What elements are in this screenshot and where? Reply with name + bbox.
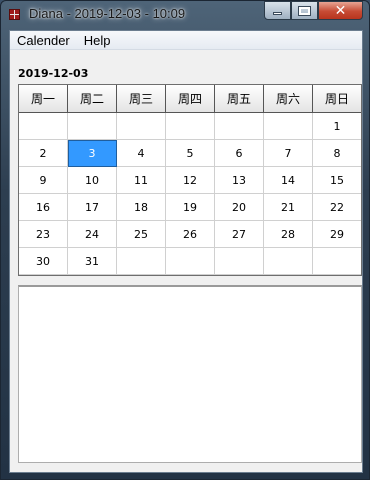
- minimize-icon: [273, 12, 282, 15]
- calendar-day-cell[interactable]: 6: [215, 140, 264, 167]
- calendar-day-cell[interactable]: 31: [68, 248, 117, 275]
- calendar-day-cell[interactable]: 13: [215, 167, 264, 194]
- calendar-day-cell[interactable]: 23: [19, 221, 68, 248]
- notes-text-area[interactable]: [18, 285, 362, 463]
- app-window: Diana - 2019-12-03 - 10:09 ✕ Calender He…: [0, 0, 370, 480]
- calendar-day-cell[interactable]: 9: [19, 167, 68, 194]
- calendar-day-cell[interactable]: 20: [215, 194, 264, 221]
- calendar-day-cell[interactable]: 26: [166, 221, 215, 248]
- calendar-day-cell[interactable]: 12: [166, 167, 215, 194]
- minimize-button[interactable]: [264, 1, 291, 20]
- caption-buttons: ✕: [264, 1, 363, 20]
- calendar-day-cell[interactable]: 17: [68, 194, 117, 221]
- calendar-day-cell[interactable]: 4: [117, 140, 166, 167]
- title-bar[interactable]: Diana - 2019-12-03 - 10:09 ✕: [1, 1, 369, 29]
- calendar-week-row: 9 10 11 12 13 14 15: [19, 167, 361, 194]
- calendar-day-cell[interactable]: 5: [166, 140, 215, 167]
- calendar-empty-cell[interactable]: [117, 248, 166, 275]
- maximize-icon: [298, 5, 311, 16]
- calendar-empty-cell[interactable]: [19, 113, 68, 140]
- calendar-day-cell[interactable]: 24: [68, 221, 117, 248]
- calendar-day-cell[interactable]: 29: [313, 221, 361, 248]
- selected-date-label: 2019-12-03: [18, 67, 89, 80]
- calendar-day-cell[interactable]: 25: [117, 221, 166, 248]
- weekday-header-cell: 周五: [215, 85, 264, 113]
- calendar-day-cell[interactable]: 19: [166, 194, 215, 221]
- calendar-empty-cell[interactable]: [264, 113, 313, 140]
- calendar-day-cell[interactable]: 10: [68, 167, 117, 194]
- menu-bar: Calender Help: [10, 31, 362, 50]
- weekday-header-cell: 周二: [68, 85, 117, 113]
- calendar-day-cell[interactable]: 15: [313, 167, 361, 194]
- calendar-day-cell[interactable]: 16: [19, 194, 68, 221]
- calendar-empty-cell[interactable]: [215, 113, 264, 140]
- weekday-header-cell: 周日: [313, 85, 361, 113]
- app-icon[interactable]: [9, 9, 20, 20]
- calendar-empty-cell[interactable]: [166, 248, 215, 275]
- calendar-day-cell[interactable]: 18: [117, 194, 166, 221]
- calendar-week-row: 2345678: [19, 140, 361, 167]
- menu-calender[interactable]: Calender: [10, 33, 77, 48]
- calendar-day-cell[interactable]: 21: [264, 194, 313, 221]
- calendar-day-cell-selected[interactable]: 3: [68, 140, 117, 167]
- calendar-day-cell[interactable]: 1: [313, 113, 361, 140]
- weekday-header-cell: 周六: [264, 85, 313, 113]
- calendar-day-cell[interactable]: 22: [313, 194, 361, 221]
- window-title: Diana - 2019-12-03 - 10:09: [29, 6, 186, 21]
- calendar-body: 1 2 3 4 5 6 7 8 9 10 11 12 13 14 15 16 17 18 19 20 21 22 23 24 2…: [19, 113, 361, 275]
- calendar-empty-cell[interactable]: [117, 113, 166, 140]
- weekday-header-cell: 周四: [166, 85, 215, 113]
- calendar-day-cell[interactable]: 27: [215, 221, 264, 248]
- weekday-header: 周一 周二 周三 周四 周五 周六 周日: [19, 85, 361, 113]
- weekday-header-cell: 周一: [19, 85, 68, 113]
- calendar-day-cell[interactable]: 14: [264, 167, 313, 194]
- calendar-week-row: 1: [19, 113, 361, 140]
- calendar-day-cell[interactable]: 8: [313, 140, 361, 167]
- calendar-empty-cell[interactable]: [215, 248, 264, 275]
- calendar-week-row: 16 17 18 19 20 21 22: [19, 194, 361, 221]
- close-icon: ✕: [334, 2, 347, 19]
- calendar-grid: 周一 周二 周三 周四 周五 周六 周日 1 2 3 4 5 6 7 8 9 10 11 12 13 14 15 16 17…: [18, 84, 362, 276]
- menu-help[interactable]: Help: [77, 33, 118, 48]
- client-area: Calender Help 2019-12-03 周一 周二 周三 周四 周五 周六 周日 …: [9, 30, 363, 473]
- calendar-empty-cell[interactable]: [264, 248, 313, 275]
- calendar-day-cell[interactable]: 2: [19, 140, 68, 167]
- calendar-empty-cell[interactable]: [313, 248, 361, 275]
- calendar-empty-cell[interactable]: [166, 113, 215, 140]
- weekday-header-cell: 周三: [117, 85, 166, 113]
- calendar-week-row: 30 31: [19, 248, 361, 275]
- calendar-day-cell[interactable]: 30: [19, 248, 68, 275]
- calendar-day-cell[interactable]: 11: [117, 167, 166, 194]
- calendar-week-row: 23 24 25 26 27 28 29: [19, 221, 361, 248]
- calendar-day-cell[interactable]: 28: [264, 221, 313, 248]
- calendar-empty-cell[interactable]: [68, 113, 117, 140]
- maximize-button[interactable]: [291, 1, 318, 20]
- calendar-day-cell[interactable]: 7: [264, 140, 313, 167]
- close-button[interactable]: ✕: [318, 1, 363, 20]
